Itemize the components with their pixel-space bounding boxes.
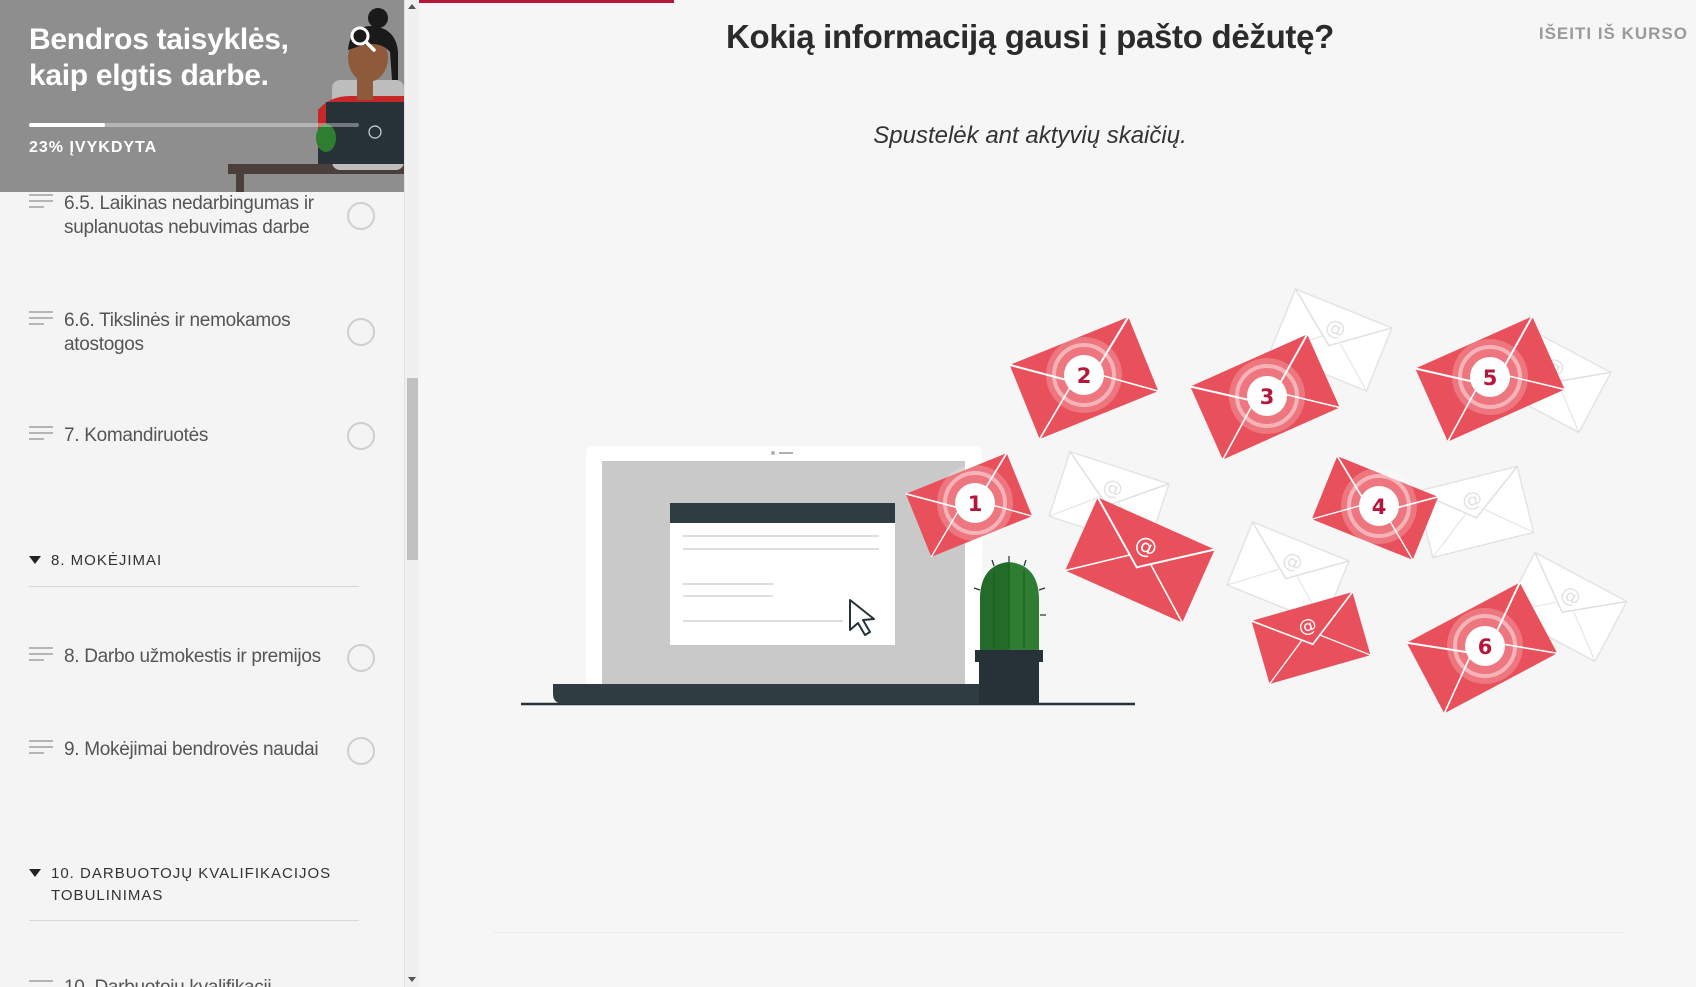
- hotspot-number: 1: [968, 492, 983, 516]
- lesson-item-8[interactable]: 8. Darbo užmokestis ir premijos: [29, 644, 379, 685]
- collapse-triangle-icon: [29, 869, 41, 877]
- hotspot-number: 2: [1077, 364, 1092, 388]
- hotspot-number: 6: [1478, 635, 1493, 659]
- hotspot-number: 5: [1483, 366, 1498, 390]
- mail-illustration: @ @: [521, 288, 1628, 715]
- lesson-label: 6.6. Tikslinės ir nemokamos atostogos: [64, 310, 291, 355]
- hotspot-2[interactable]: 2: [1044, 335, 1124, 415]
- progress-bar: [29, 123, 359, 127]
- progress-label: 23% ĮVYKDYTA: [29, 139, 158, 156]
- section-header-10[interactable]: 10. DARBUOTOJŲ KVALIFIKACIJOS TOBULINIMA…: [29, 863, 359, 921]
- section-label: 8. MOKĖJIMAI: [51, 552, 163, 569]
- lesson-text-icon: [29, 426, 53, 440]
- lesson-item-9[interactable]: 9. Mokėjimai bendrovės naudai: [29, 737, 379, 778]
- progress-bar-fill: [29, 123, 105, 127]
- lesson-text-icon: [29, 740, 53, 754]
- lesson-status-circle: [347, 737, 375, 765]
- sidebar-scrollbar[interactable]: [404, 0, 419, 987]
- hotspot-4[interactable]: 4: [1339, 466, 1419, 546]
- lesson-label: 6.5. Laikinas nedarbingumas ir suplanuot…: [64, 193, 314, 238]
- lesson-label: 8. Darbo užmokestis ir premijos: [64, 646, 321, 667]
- scrollbar-thumb[interactable]: [407, 378, 418, 560]
- lesson-status-circle: [347, 318, 375, 346]
- lesson-status-circle: [347, 202, 375, 230]
- hotspot-3[interactable]: 3: [1227, 356, 1307, 436]
- content-divider: [494, 932, 1624, 933]
- course-title: Bendros taisyklės, kaip elgtis darbe.: [29, 23, 289, 92]
- lesson-status-circle: [347, 422, 375, 450]
- lesson-item-6-5[interactable]: 6.5. Laikinas nedarbingumas ir suplanuot…: [29, 192, 379, 252]
- sidebar-header: Bendros taisyklės, kaip elgtis darbe. 23…: [0, 0, 404, 192]
- scroll-up-arrow-icon[interactable]: [408, 4, 416, 9]
- lesson-item-7[interactable]: 7. Komandiruotės: [29, 422, 379, 464]
- lesson-status-circle: [347, 644, 375, 672]
- hotspot-number: 4: [1372, 495, 1387, 519]
- lesson-text-icon: [29, 980, 53, 982]
- lesson-item-6-6[interactable]: 6.6. Tikslinės ir nemokamos atostogos: [29, 309, 379, 369]
- lesson-content: Kokią informaciją gausi į pašto dėžutę? …: [419, 0, 1696, 987]
- search-icon: [350, 26, 376, 52]
- scroll-down-arrow-icon[interactable]: [408, 977, 416, 982]
- course-sidebar: Bendros taisyklės, kaip elgtis darbe. 23…: [0, 0, 404, 987]
- section-label: 10. DARBUOTOJŲ KVALIFIKACIJOS TOBULINIMA…: [51, 865, 332, 904]
- lesson-item-10[interactable]: 10. Darbuotojų kvalifikacij...: [29, 976, 379, 987]
- hotspot-1[interactable]: 1: [935, 463, 1015, 543]
- hotspot-number: 3: [1260, 385, 1275, 409]
- lesson-text-icon: [29, 647, 53, 661]
- lesson-text-icon: [29, 194, 53, 208]
- search-button[interactable]: [346, 22, 380, 56]
- section-header-8[interactable]: 8. MOKĖJIMAI: [29, 550, 359, 587]
- hotspot-6[interactable]: 6: [1445, 606, 1525, 686]
- lesson-text-icon: [29, 311, 53, 325]
- lesson-label: 9. Mokėjimai bendrovės naudai: [64, 739, 319, 760]
- lesson-label: 10. Darbuotojų kvalifikacij...: [64, 976, 334, 987]
- collapse-triangle-icon: [29, 556, 41, 564]
- lesson-label: 7. Komandiruotės: [64, 425, 209, 446]
- hotspot-5[interactable]: 5: [1450, 337, 1530, 417]
